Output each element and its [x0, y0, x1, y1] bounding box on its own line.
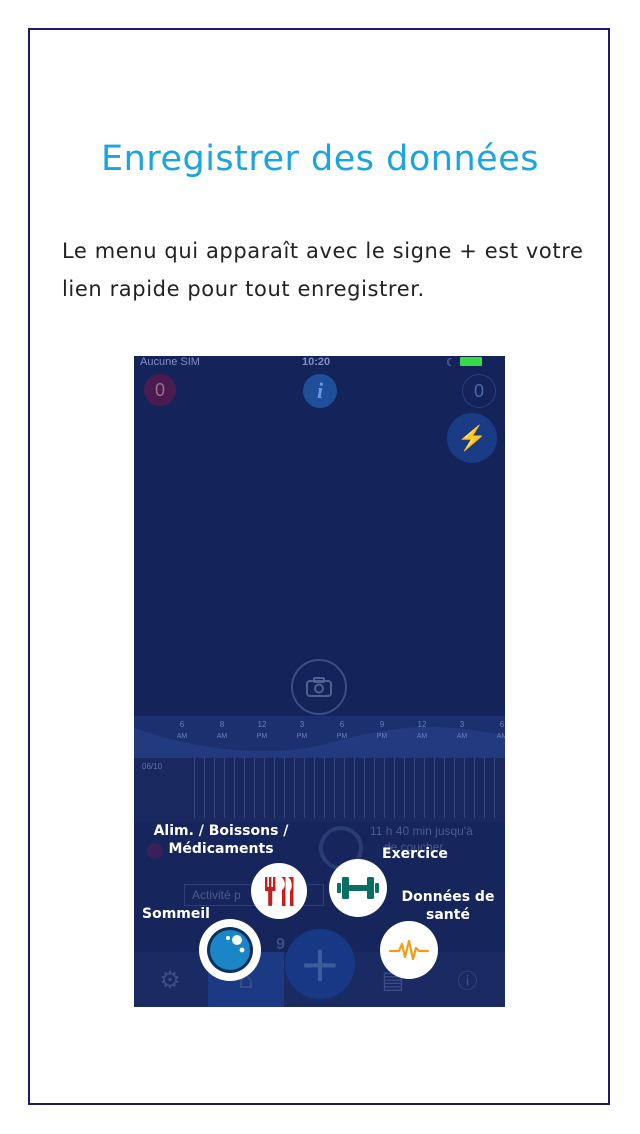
battery-icon	[460, 357, 482, 366]
exercise-label: Exercice	[382, 846, 448, 862]
dumbbell-icon	[337, 877, 379, 899]
camera-glyph	[306, 677, 332, 697]
moon-icon: ☾	[446, 357, 456, 369]
food-label-text: Alim. / Boissons / Médicaments	[153, 823, 289, 857]
sleep-label: Sommeil	[142, 906, 210, 922]
timeline-tick-period: PM	[376, 733, 388, 740]
page-title: Enregistrer des données	[101, 139, 539, 179]
timeline-tick-period: AM	[416, 733, 428, 740]
day-timeline[interactable]: 6 AM 8 AM 12 PM 3 PM 6 PM 9 PM 12 AM 3 AM 6 AM	[134, 716, 505, 758]
timeline-tick: 8 AM	[210, 720, 234, 740]
health-data-label: Données de santé	[401, 889, 495, 923]
status-bar: Aucune SIM 10:20 ☾	[134, 356, 505, 370]
timeline-tick: 9 PM	[370, 720, 394, 740]
activity-label: Activité p	[192, 888, 241, 902]
sleep-button[interactable]	[199, 919, 261, 981]
camera-icon[interactable]	[291, 659, 347, 715]
add-button[interactable]: +	[285, 929, 355, 999]
lightning-icon[interactable]: ⚡	[447, 413, 497, 463]
timeline-tick-period: AM	[176, 733, 188, 740]
health-data-button[interactable]	[380, 921, 438, 979]
activity-bars: 06/10	[134, 758, 505, 822]
info-button[interactable]: i	[303, 374, 337, 408]
food-drink-medication-button[interactable]	[251, 863, 307, 919]
bar-lines	[194, 758, 504, 818]
timeline-tick-period: PM	[296, 733, 308, 740]
exercise-button[interactable]	[329, 859, 387, 917]
bedtime-countdown: 11 h 40 min jusqu'à	[370, 824, 473, 838]
info-circle-icon[interactable]: ⓘ	[430, 952, 505, 1007]
timeline-tick: 6 AM	[490, 720, 505, 740]
right-count-badge[interactable]: 0	[462, 374, 496, 408]
phone-screenshot: Aucune SIM 10:20 ☾ 0 i 0 ⚡ 6 AM 8 AM 12 PM 3 PM…	[134, 356, 505, 1007]
timeline-tick: 12 AM	[410, 720, 434, 740]
timeline-tick: 3 AM	[450, 720, 474, 740]
timeline-tick: 3 PM	[290, 720, 314, 740]
timeline-tick: 12 PM	[250, 720, 274, 740]
timeline-tick-period: AM	[216, 733, 228, 740]
carrier-label: Aucune SIM	[140, 356, 200, 368]
left-count-badge[interactable]: 0	[144, 374, 176, 406]
page-description: Le menu qui apparaît avec le signe + est…	[62, 239, 584, 301]
timeline-tick: 6 PM	[330, 720, 354, 740]
sleep-bubble-icon	[207, 927, 253, 973]
timeline-date: 06/10	[142, 762, 163, 771]
fork-knife-icon	[265, 877, 294, 906]
food-drink-medication-label: Alim. / Boissons / Médicaments	[134, 822, 374, 858]
timeline-tick: 6 AM	[170, 720, 194, 740]
timeline-tick-period: AM	[456, 733, 468, 740]
gear-icon[interactable]: ⚙	[134, 952, 206, 1007]
heartbeat-icon	[389, 939, 429, 961]
timeline-tick-period: AM	[496, 733, 505, 740]
timeline-tick-period: PM	[256, 733, 268, 740]
status-time: 10:20	[302, 356, 331, 368]
timeline-tick-period: PM	[336, 733, 348, 740]
